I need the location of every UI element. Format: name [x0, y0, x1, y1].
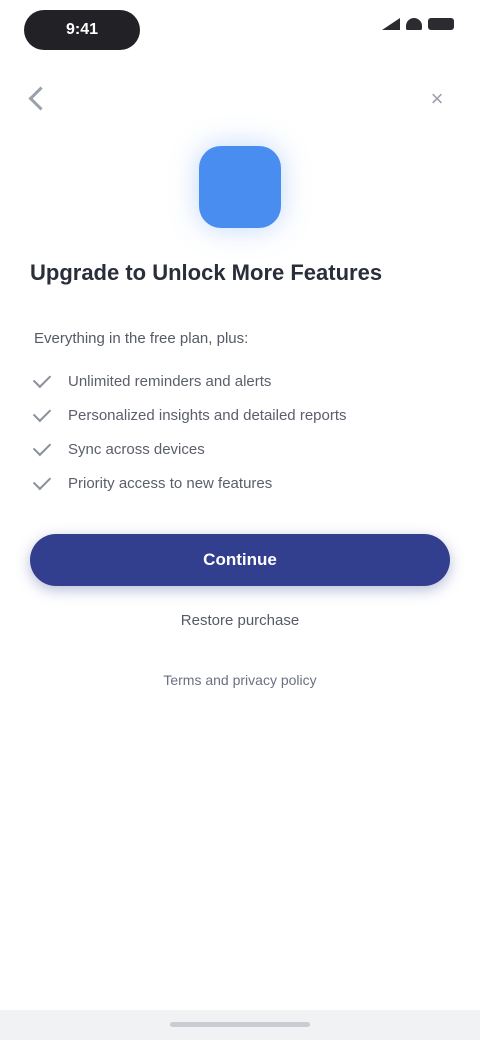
list-item: Unlimited reminders and alerts — [32, 364, 454, 398]
list-item-label: Personalized insights and detailed repor… — [68, 406, 347, 424]
status-time: 9:41 — [24, 10, 140, 50]
home-indicator — [170, 1022, 310, 1027]
status-indicators — [382, 18, 454, 30]
check-icon — [32, 369, 52, 389]
check-icon — [32, 437, 52, 457]
check-icon — [32, 403, 52, 423]
back-icon[interactable] — [28, 86, 53, 111]
feature-list: Unlimited reminders and alerts Personali… — [32, 364, 454, 500]
list-item-label: Sync across devices — [68, 440, 205, 458]
list-item-label: Priority access to new features — [68, 474, 273, 492]
check-icon — [32, 471, 52, 491]
bottom-bar — [0, 1010, 480, 1040]
battery-icon — [428, 18, 454, 30]
wifi-icon — [406, 18, 422, 30]
continue-button[interactable]: Continue — [30, 534, 450, 586]
list-item: Priority access to new features — [32, 466, 454, 500]
list-item: Sync across devices — [32, 432, 454, 466]
signal-icon — [382, 18, 400, 30]
list-item: Personalized insights and detailed repor… — [32, 398, 454, 432]
top-bar: × — [0, 80, 480, 124]
page-title: Upgrade to Unlock More Features — [30, 260, 383, 285]
list-item-label: Unlimited reminders and alerts — [68, 372, 272, 390]
app-icon — [199, 146, 281, 228]
screen: 9:41 × Upgrade to Unlock More Features E… — [0, 0, 480, 1040]
status-bar: 9:41 — [0, 0, 480, 64]
terms-link[interactable]: Terms and privacy policy — [0, 672, 480, 688]
restore-purchase-link[interactable]: Restore purchase — [0, 612, 480, 629]
intro-text: Everything in the free plan, plus: — [34, 330, 249, 347]
close-icon[interactable]: × — [426, 88, 448, 110]
